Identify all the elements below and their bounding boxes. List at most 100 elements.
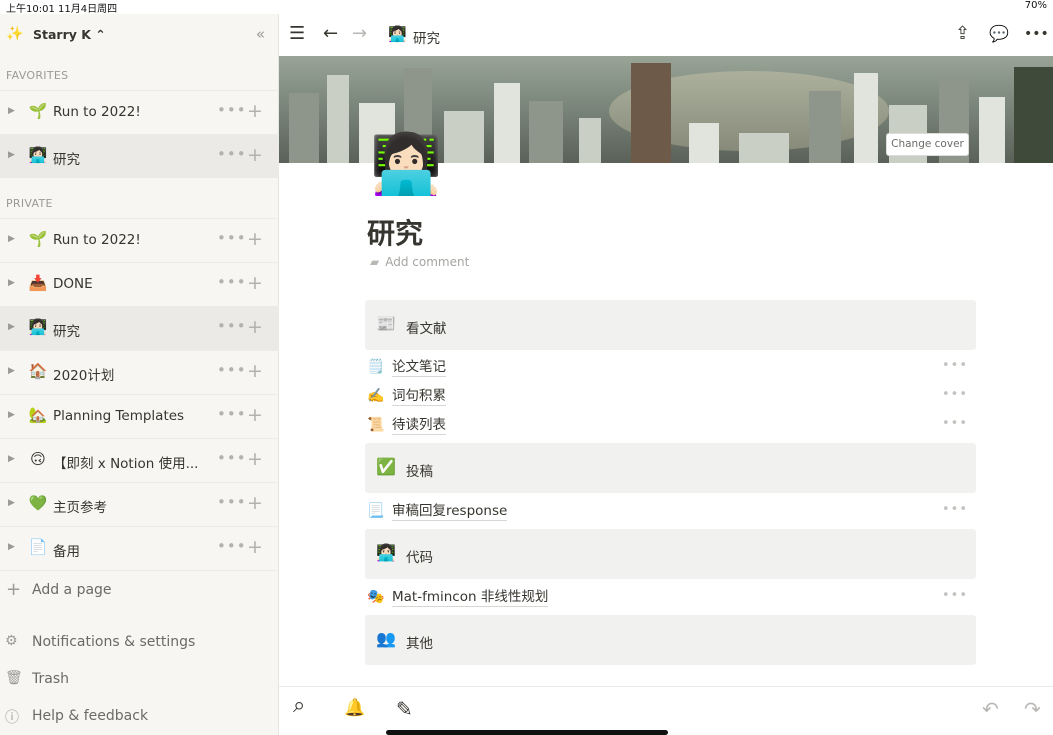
add-subpage-icon[interactable]: + xyxy=(247,536,263,558)
block-options-icon[interactable]: ••• xyxy=(942,387,968,402)
more-options-icon[interactable]: ••• xyxy=(217,145,247,163)
change-cover-button[interactable]: Change cover xyxy=(886,133,969,156)
help-feedback-button[interactable]: ⓘ Help & feedback xyxy=(0,702,279,732)
new-page-icon[interactable]: ✎ xyxy=(396,697,413,721)
technologist-icon[interactable]: 👩🏻‍💻 xyxy=(370,128,442,200)
page-link-reading-list[interactable]: 📜 待读列表 ••• xyxy=(365,413,976,439)
back-arrow-icon[interactable]: ← xyxy=(323,23,338,44)
favorites-label: FAVORITES xyxy=(6,69,69,82)
page-link-phrase-collection[interactable]: ✍️ 词句积累 ••• xyxy=(365,384,976,410)
sparkle-icon: ✨ xyxy=(6,26,24,42)
more-options-icon[interactable]: ••• xyxy=(217,101,247,119)
forward-arrow-icon[interactable]: → xyxy=(352,23,367,44)
bell-icon[interactable]: 🔔 xyxy=(344,698,365,718)
comment-icon[interactable]: 💬 xyxy=(989,24,1009,43)
sidebar-item-run-to-2022-fav[interactable]: ▶ 🌱 Run to 2022! ••• + xyxy=(0,90,279,134)
expand-arrow-icon[interactable]: ▶ xyxy=(8,150,15,160)
more-options-icon[interactable]: ••• xyxy=(217,361,247,379)
sidebar-item-research[interactable]: ▶ 👩🏻‍💻 研究 ••• + xyxy=(0,306,279,350)
expand-arrow-icon[interactable]: ▶ xyxy=(8,234,15,244)
add-subpage-icon[interactable]: + xyxy=(247,144,263,166)
more-options-icon[interactable]: ••• xyxy=(217,537,247,555)
page-link-mat-fmincon[interactable]: 🎭 Mat-fmincon 非线性规划 ••• xyxy=(365,585,976,611)
page-link-label: 论文笔记 xyxy=(392,359,446,377)
inbox-tray-icon: 📥 xyxy=(28,274,48,292)
callout-code[interactable]: 👩🏻‍💻 代码 xyxy=(365,529,976,579)
add-subpage-icon[interactable]: + xyxy=(247,228,263,250)
add-subpage-icon[interactable]: + xyxy=(247,404,263,426)
add-subpage-icon[interactable]: + xyxy=(247,316,263,338)
block-options-icon[interactable]: ••• xyxy=(942,588,968,603)
sidebar-item-research-fav[interactable]: ▶ 👩🏻‍💻 研究 ••• + xyxy=(0,134,279,178)
cover-building xyxy=(689,123,719,163)
check-mark-icon: ✅ xyxy=(376,457,396,476)
block-options-icon[interactable]: ••• xyxy=(942,416,968,431)
sidebar-item-planning-templates[interactable]: ▶ 🏡 Planning Templates ••• + xyxy=(0,394,279,438)
page-link-review-response[interactable]: 📃 审稿回复response ••• xyxy=(365,499,976,525)
sidebar-item-homepage-reference[interactable]: ▶ 💚 主页参考 ••• + xyxy=(0,482,279,526)
sidebar-item-2020-plan[interactable]: ▶ 🏠 2020计划 ••• + xyxy=(0,350,279,394)
sidebar: ✨ Starry K ⌃ « FAVORITES ▶ 🌱 Run to 2022… xyxy=(0,14,279,735)
redo-icon[interactable]: ↷ xyxy=(1024,697,1041,721)
battery-indicator: 70% xyxy=(1024,0,1047,11)
page-curl-icon: 📃 xyxy=(367,503,385,519)
expand-arrow-icon[interactable]: ▶ xyxy=(8,278,15,288)
expand-arrow-icon[interactable]: ▶ xyxy=(8,542,15,552)
expand-arrow-icon[interactable]: ▶ xyxy=(8,410,15,420)
newspaper-icon: 📰 xyxy=(376,314,396,333)
page-link-paper-notes[interactable]: 🗒️ 论文笔记 ••• xyxy=(365,355,976,381)
add-subpage-icon[interactable]: + xyxy=(247,272,263,294)
sidebar-item-run-to-2022[interactable]: ▶ 🌱 Run to 2022! ••• + xyxy=(0,218,279,262)
search-icon[interactable]: ⌕ xyxy=(293,693,305,718)
more-menu-icon[interactable]: ••• xyxy=(1024,26,1049,42)
undo-icon[interactable]: ↶ xyxy=(982,697,999,721)
expand-arrow-icon[interactable]: ▶ xyxy=(8,454,15,464)
page-title[interactable]: 研究 xyxy=(367,212,423,252)
sidebar-item-label: 研究 xyxy=(53,324,80,340)
sidebar-item-backup[interactable]: ▶ 📄 备用 ••• + xyxy=(0,526,279,570)
top-bar: ☰ ← → 👩🏻‍💻 研究 ⇪ 💬 ••• xyxy=(279,14,1053,56)
writing-hand-icon: ✍️ xyxy=(367,388,385,404)
add-page-button[interactable]: + Add a page xyxy=(0,570,279,606)
callout-literature[interactable]: 📰 看文献 xyxy=(365,300,976,350)
expand-arrow-icon[interactable]: ▶ xyxy=(8,498,15,508)
workspace-switcher[interactable]: ✨ Starry K ⌃ « xyxy=(0,14,279,56)
more-options-icon[interactable]: ••• xyxy=(217,317,247,335)
more-options-icon[interactable]: ••• xyxy=(217,449,247,467)
block-options-icon[interactable]: ••• xyxy=(942,358,968,373)
callout-other[interactable]: 👥 其他 xyxy=(365,615,976,665)
sidebar-item-notion-usage[interactable]: ▶ 🙃 【即刻 x Notion 使用... ••• + xyxy=(0,438,279,482)
more-options-icon[interactable]: ••• xyxy=(217,493,247,511)
more-options-icon[interactable]: ••• xyxy=(217,405,247,423)
more-options-icon[interactable]: ••• xyxy=(217,273,247,291)
callout-label: 投稿 xyxy=(406,464,433,480)
cover-building xyxy=(444,111,484,163)
add-comment-button[interactable]: ▰ Add comment xyxy=(370,255,469,269)
sidebar-item-done[interactable]: ▶ 📥 DONE ••• + xyxy=(0,262,279,306)
breadcrumb[interactable]: 研究 xyxy=(413,27,440,47)
add-subpage-icon[interactable]: + xyxy=(247,360,263,382)
people-icon: 👥 xyxy=(376,629,396,648)
house-garden-icon: 🏡 xyxy=(28,406,48,424)
share-icon[interactable]: ⇪ xyxy=(955,23,970,44)
expand-arrow-icon[interactable]: ▶ xyxy=(8,322,15,332)
add-subpage-icon[interactable]: + xyxy=(247,100,263,122)
expand-arrow-icon[interactable]: ▶ xyxy=(8,366,15,376)
status-bar: 上午10:01 11月4日周四 70% xyxy=(0,0,1053,15)
callout-submission[interactable]: ✅ 投稿 xyxy=(365,443,976,493)
block-options-icon[interactable]: ••• xyxy=(942,502,968,517)
menu-icon[interactable]: ☰ xyxy=(289,23,305,44)
seedling-icon: 🌱 xyxy=(28,230,48,248)
expand-arrow-icon[interactable]: ▶ xyxy=(8,106,15,116)
add-subpage-icon[interactable]: + xyxy=(247,448,263,470)
workspace-name: Starry K ⌃ xyxy=(33,27,106,42)
technologist-icon: 👩🏻‍💻 xyxy=(388,25,407,43)
collapse-sidebar-icon[interactable]: « xyxy=(256,25,265,43)
add-subpage-icon[interactable]: + xyxy=(247,492,263,514)
notifications-settings-button[interactable]: ⚙ Notifications & settings xyxy=(0,628,279,658)
trash-button[interactable]: 🗑 Trash xyxy=(0,665,279,695)
cover-building xyxy=(529,101,563,163)
green-heart-icon: 💚 xyxy=(28,494,48,512)
more-options-icon[interactable]: ••• xyxy=(217,229,247,247)
sidebar-item-label: 备用 xyxy=(53,544,80,560)
